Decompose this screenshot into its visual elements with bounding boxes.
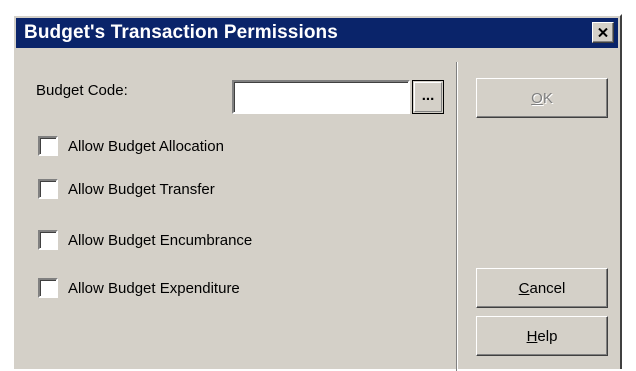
checkbox-box[interactable]: [38, 230, 58, 250]
ellipsis-icon: ...: [414, 82, 442, 112]
close-button[interactable]: [592, 22, 614, 43]
checkbox-box[interactable]: [38, 136, 58, 156]
checkbox-allow-transfer[interactable]: Allow Budget Transfer: [38, 179, 215, 199]
ok-button[interactable]: OK: [476, 78, 608, 118]
help-mnemonic: H: [526, 327, 538, 345]
checkbox-allow-allocation[interactable]: Allow Budget Allocation: [38, 136, 224, 156]
checkbox-allow-encumbrance[interactable]: Allow Budget Encumbrance: [38, 230, 252, 250]
checkbox-box[interactable]: [38, 278, 58, 298]
checkbox-label[interactable]: Allow Budget Allocation: [68, 138, 224, 155]
close-icon: [598, 28, 608, 37]
help-button[interactable]: Help: [476, 316, 608, 356]
vertical-divider: [456, 62, 458, 371]
checkbox-label[interactable]: Allow Budget Transfer: [68, 181, 215, 198]
checkbox-box[interactable]: [38, 179, 58, 199]
cancel-mnemonic: C: [518, 279, 530, 297]
window-title: Budget's Transaction Permissions: [24, 22, 338, 43]
permissions-dialog: Budget's Transaction Permissions Budget …: [12, 14, 622, 371]
help-label-rest: elp: [537, 327, 558, 345]
budget-code-lookup-button[interactable]: ...: [412, 80, 444, 114]
checkbox-allow-expenditure[interactable]: Allow Budget Expenditure: [38, 278, 240, 298]
ok-mnemonic: O: [531, 89, 543, 107]
budget-code-label: Budget Code:: [36, 82, 128, 99]
ok-label-rest: K: [542, 89, 553, 107]
checkbox-label[interactable]: Allow Budget Expenditure: [68, 280, 240, 297]
cancel-label-rest: ancel: [529, 279, 566, 297]
budget-code-input[interactable]: [232, 80, 410, 114]
cancel-button[interactable]: Cancel: [476, 268, 608, 308]
checkbox-label[interactable]: Allow Budget Encumbrance: [68, 232, 252, 249]
title-bar[interactable]: Budget's Transaction Permissions: [16, 18, 618, 48]
